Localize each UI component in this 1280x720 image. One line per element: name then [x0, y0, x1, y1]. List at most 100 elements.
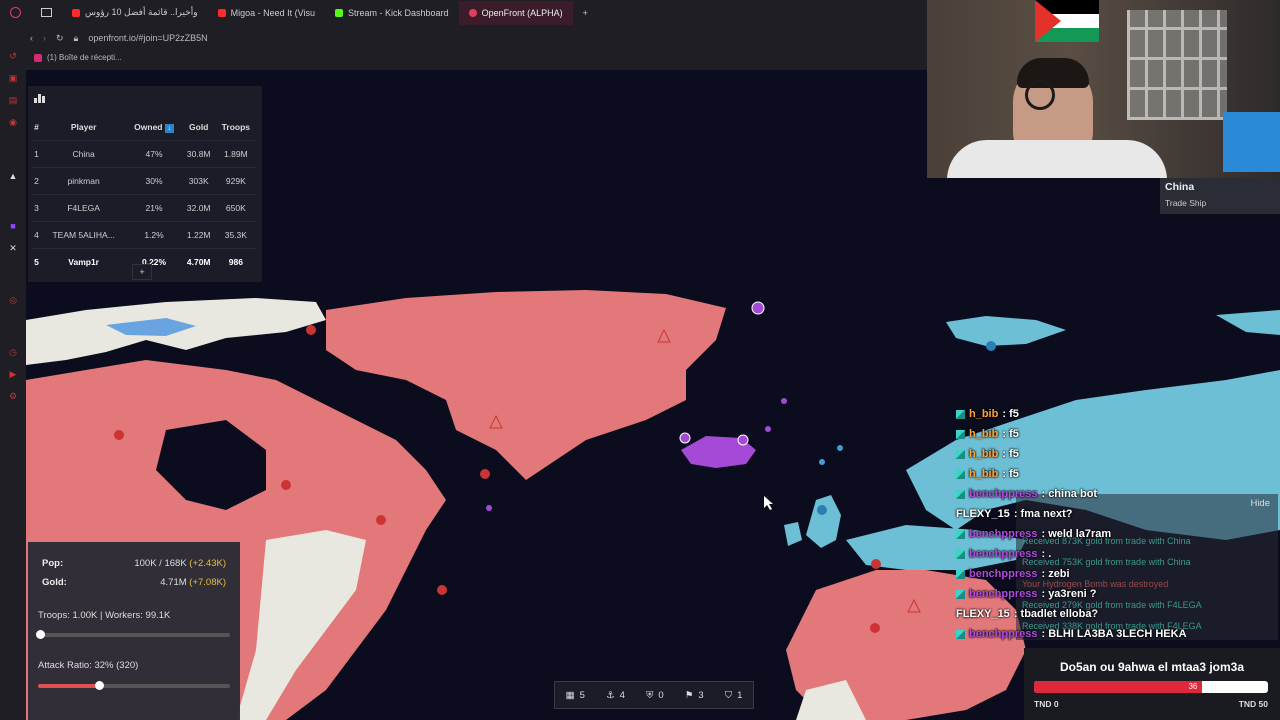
gold-cell: 32.0M	[181, 194, 216, 222]
monitor-screen	[1223, 112, 1280, 172]
donation-goal-widget: Do5an ou 9ahwa el mtaa3 jom3a 36 TND 0 T…	[1024, 648, 1280, 720]
subscriber-badge-icon	[956, 529, 965, 539]
messenger-icon[interactable]: ◉	[8, 117, 18, 127]
url-field[interactable]: openfront.io/#join=UP2zZB5N	[88, 33, 207, 43]
city-count[interactable]: ▦ 5	[566, 690, 585, 701]
attack-ratio-handle[interactable]	[95, 681, 105, 690]
pop-row: Pop: 100K / 168K (+2.43K)	[42, 558, 226, 569]
troop-ratio-slider[interactable]	[35, 630, 230, 639]
defense-count[interactable]: ⛨︎ 0	[646, 690, 663, 701]
chat-message: FLEXY_15: tbadlet elloba?	[956, 608, 1099, 620]
troops-cell: 929K	[215, 167, 256, 195]
city-marker	[437, 585, 447, 595]
player-cell: TEAM 5ALIHA...	[40, 221, 127, 249]
chat-message: benchppress: zebi	[956, 564, 1256, 584]
new-tab-button[interactable]: +	[573, 1, 598, 25]
boat-marker	[781, 398, 787, 404]
goal-min-label: TND 0	[1034, 699, 1059, 709]
sort-down-icon[interactable]: ↓	[164, 123, 174, 133]
pop-value: 100K / 168K	[134, 558, 187, 569]
leaderboard-toggle-icon[interactable]	[34, 94, 45, 103]
subscriber-badge-icon	[956, 589, 965, 599]
leaderboard-row[interactable]: 1 China 47% 30.8M 1.89M	[32, 140, 256, 168]
troops-cell: 650K	[215, 194, 256, 222]
bag-icon[interactable]: ▣	[8, 73, 18, 83]
chat-message: h_bib: f5	[956, 464, 1256, 484]
clock-icon[interactable]: ◷	[8, 347, 18, 357]
wallet-icon[interactable]: ▤	[8, 95, 18, 105]
leaderboard-table: # Player Owned ↓ Gold Troops 1 China 47%…	[32, 114, 256, 275]
port-count[interactable]: ⚓︎ 4	[606, 690, 625, 701]
owned-cell: 1.2%	[126, 221, 182, 249]
tab-youtube-1[interactable]: وأخيرا.. قائمة أفضل 10 رؤوس	[62, 1, 208, 25]
browser-icon[interactable]	[0, 1, 31, 25]
history-icon[interactable]: ↺	[8, 51, 18, 61]
player-cell: F4LEGA	[40, 194, 127, 222]
silo-count[interactable]: ⚑︎ 3	[685, 690, 704, 701]
attack-ratio-fill	[38, 684, 100, 688]
address-bar: ‹ › ↻ 🔒︎ openfront.io/#join=UP2zZB5N	[30, 28, 208, 48]
city-marker	[679, 432, 691, 444]
goal-progress-bar: 36	[1034, 681, 1268, 693]
instagram-icon	[34, 53, 42, 62]
attack-ratio-slider[interactable]	[38, 681, 230, 690]
gold-label: Gold:	[42, 577, 67, 588]
settings-icon[interactable]: ⚙	[8, 391, 18, 401]
bookmark-inbox[interactable]: (1) Boîte de récepti...	[34, 53, 122, 62]
boat-marker	[819, 459, 825, 465]
silo-icon: ⚑︎	[684, 689, 694, 701]
gold-cell: 30.8M	[181, 140, 216, 168]
chat-message: h_bib: f5	[956, 404, 1256, 424]
chat-message: benchppress: .	[956, 544, 1256, 564]
col-player[interactable]: Player	[41, 114, 126, 141]
streamer-hair	[1017, 58, 1089, 88]
flag-graphic	[1035, 0, 1099, 42]
leaderboard-row[interactable]: 2 pinkman 30% 303K 929K	[32, 167, 256, 195]
col-troops[interactable]: Troops	[216, 114, 256, 141]
pop-label: Pop:	[42, 558, 64, 569]
chat-message: h_bib: f5	[956, 424, 1256, 444]
webcam-overlay	[927, 0, 1280, 178]
arrow-icon[interactable]: ▲	[8, 171, 18, 181]
chat-message: benchppress: BLHI LA3BA 3LECH HEKA	[956, 624, 1256, 644]
britain-territory	[806, 495, 841, 548]
troops-cell: 35.3K	[215, 221, 256, 249]
tab-youtube-2[interactable]: Migoa - Need It (Visu	[208, 1, 325, 25]
extension-icon[interactable]: ▶	[8, 369, 18, 379]
subscriber-badge-icon	[956, 429, 965, 439]
tab-openfront[interactable]: OpenFront (ALPHA)	[458, 0, 573, 25]
player-cell: pinkman	[40, 167, 127, 195]
boat-marker	[486, 505, 492, 511]
x-icon[interactable]: ✕	[8, 243, 18, 253]
troops-cell: 1.89M	[215, 140, 256, 168]
troop-ratio-handle[interactable]	[35, 630, 45, 639]
gold-value: 4.71M	[160, 577, 187, 588]
streamer-shirt	[947, 140, 1167, 178]
leaderboard-row[interactable]: 4 TEAM 5ALIHA... 1.2% 1.22M 35.3K	[32, 221, 256, 249]
col-owned[interactable]: Owned ↓	[126, 114, 181, 141]
twitch-icon[interactable]: ■	[8, 221, 18, 231]
defense-icon: ⛨︎	[646, 689, 654, 701]
gold-row: Gold: 4.71M (+7.08K)	[42, 577, 226, 588]
leaderboard-expand-button[interactable]: +	[132, 264, 152, 280]
window-grille	[1127, 10, 1227, 120]
forward-icon[interactable]: ›	[43, 33, 46, 43]
tab-bar: وأخيرا.. قائمة أفضل 10 رؤوس Migoa - Need…	[0, 0, 930, 25]
sam-count[interactable]: ⛉︎ 1	[725, 690, 742, 701]
owned-cell: 30%	[126, 167, 182, 195]
leaderboard-header: # Player Owned ↓ Gold Troops	[32, 114, 256, 141]
city-marker	[114, 430, 124, 440]
reload-icon[interactable]: ↻	[56, 33, 64, 44]
unit-tooltip: China Trade Ship	[1160, 178, 1280, 214]
whatsapp-icon[interactable]: ◎	[8, 295, 18, 305]
back-icon[interactable]: ‹	[30, 33, 33, 43]
gold-cell: 4.70M	[181, 248, 216, 275]
youtube-icon	[217, 8, 226, 17]
tab-overview-icon[interactable]	[31, 1, 62, 25]
tooltip-unit-type: Trade Ship	[1165, 198, 1207, 208]
tab-kick-dashboard[interactable]: Stream - Kick Dashboard	[325, 1, 459, 25]
chat-message: FLEXY_15: fma next?	[956, 508, 1073, 520]
col-gold[interactable]: Gold	[182, 114, 216, 141]
headset-icon	[1025, 80, 1055, 110]
leaderboard-row[interactable]: 3 F4LEGA 21% 32.0M 650K	[32, 194, 256, 222]
